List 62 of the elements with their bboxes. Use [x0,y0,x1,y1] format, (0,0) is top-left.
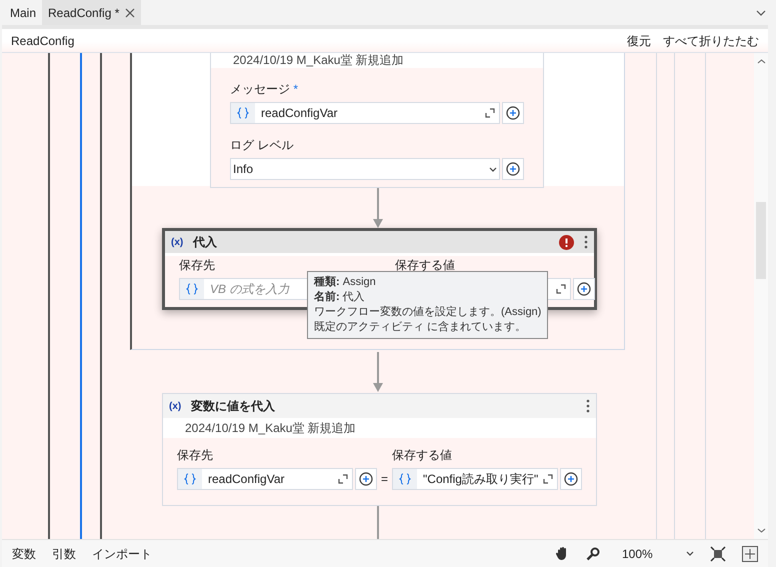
braces-icon [178,469,202,489]
field-label: ログ レベル [230,137,294,154]
expression-field[interactable]: "Config読み取り実行" [392,468,558,490]
plus-circle-icon [564,472,578,486]
activity-title: 変数に値を代入 [191,398,276,415]
zoom-icon[interactable] [586,546,600,560]
field-label: メッセージ * [230,81,298,98]
expand-icon[interactable] [543,474,554,484]
zoom-dropdown[interactable]: 100% [622,544,694,562]
add-button[interactable] [355,468,377,490]
expand-icon[interactable] [556,284,566,294]
variable-icon: (x) [169,398,182,414]
toolbar-link[interactable]: すべて折りたたむ [663,32,759,50]
overview-icon[interactable] [742,546,758,562]
tab[interactable]: Main [4,0,42,25]
braces-icon [231,103,255,123]
expand-icon[interactable] [338,474,348,484]
braces-icon [393,469,418,489]
connector-arrow [373,352,383,392]
add-button[interactable] [502,158,524,180]
panel-tab[interactable]: 変数 [12,544,36,562]
add-button[interactable] [573,278,595,300]
assign-activity-card[interactable]: (x) 変数に値を代入 2024/10/19 M_Kaku堂 新規追加 保存先 readConfigVar = 保存する値 "Config読み取り実行" [162,393,597,506]
more-icon[interactable] [586,399,590,413]
plus-circle-icon [506,162,520,176]
plus-circle-icon [506,106,520,120]
add-button[interactable] [502,102,524,124]
annotation: 2024/10/19 M_Kaku堂 新規追加 [233,53,404,68]
field-label: 保存する値 [392,447,452,464]
equals-sign: = [381,471,388,488]
scroll-down-icon[interactable] [756,528,766,533]
panel-tab[interactable]: 引数 [52,544,76,562]
panel-tab[interactable]: インポート [92,544,152,562]
fit-to-screen-icon[interactable] [710,546,726,562]
scroll-thumb[interactable] [756,202,766,279]
chevron-down-icon[interactable] [756,10,766,16]
toolbar-link[interactable]: 復元 [627,32,651,50]
braces-icon [180,279,204,299]
chevron-down-icon [686,551,694,556]
plus-circle-icon [577,282,591,296]
tooltip: 種類: Assign 名前: 代入 ワークフロー変数の値を設定します。(Assign) 既定のアクティビティ に含まれています。 [307,271,548,339]
connector-arrow [373,188,383,228]
annotation: 2024/10/19 M_Kaku堂 新規追加 [163,418,596,438]
expression-field[interactable]: readConfigVar [177,468,353,490]
expand-icon[interactable] [485,108,496,118]
scrollbar[interactable] [754,53,768,539]
more-icon[interactable] [584,235,588,249]
field-label: 保存先 [179,257,215,274]
expression-field[interactable]: readConfigVar [230,102,500,124]
tab[interactable]: ReadConfig * [42,0,142,25]
variable-icon: (x) [171,234,184,250]
chevron-down-icon [489,166,498,172]
dropdown[interactable]: Info [230,158,500,180]
scroll-up-icon[interactable] [756,59,766,64]
breadcrumb[interactable]: ReadConfig [11,32,74,50]
log-activity-card[interactable]: 2024/10/19 M_Kaku堂 新規追加 メッセージ * readConfigVar ログ レベル Info [210,53,544,188]
add-button[interactable] [560,468,582,490]
close-icon[interactable] [125,8,136,18]
field-label: 保存する値 [395,257,455,274]
plus-circle-icon [359,472,373,486]
field-label: 保存先 [177,447,213,464]
activity-title: 代入 [193,234,218,251]
